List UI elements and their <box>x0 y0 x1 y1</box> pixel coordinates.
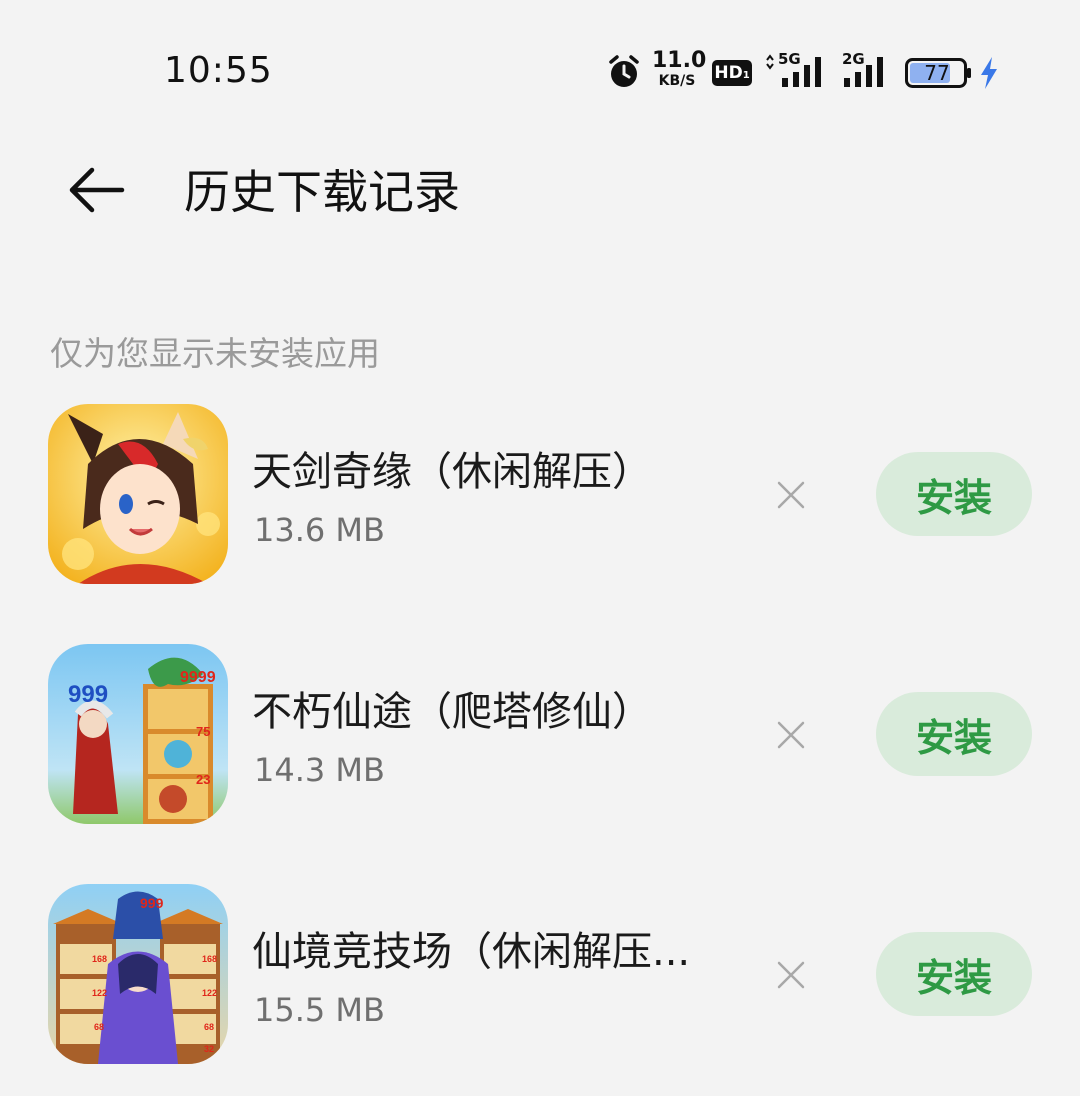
network-speed: 11.0 KB/S <box>652 48 707 89</box>
app-list-item[interactable]: 999 168 168 122 122 68 68 32 仙境竞技场（休闲解压.… <box>0 884 1080 1064</box>
install-button[interactable]: 安装 <box>876 932 1032 1016</box>
icon-text: 999 <box>68 681 108 708</box>
hd-sub-label: 1 <box>742 70 750 81</box>
screen: 10:55 11.0 KB/S HD1 5G 2G 77 历史下载记录 仅为您显… <box>0 0 1080 1096</box>
app-name[interactable]: 仙境竞技场（休闲解压... <box>252 924 732 980</box>
hd-voice-badge: HD1 <box>712 60 752 86</box>
signal-2g-label: 2G <box>842 50 865 68</box>
app-size: 14.3 MB <box>254 751 385 789</box>
close-icon[interactable] <box>776 960 806 990</box>
icon-text: 168 <box>202 954 217 964</box>
icon-text: 122 <box>202 988 217 998</box>
icon-text: 168 <box>92 954 107 964</box>
icon-text: 122 <box>92 988 107 998</box>
back-arrow-icon[interactable] <box>66 162 126 218</box>
app-name[interactable]: 不朽仙途（爬塔修仙） <box>252 684 732 740</box>
app-size: 15.5 MB <box>254 991 385 1029</box>
network-speed-unit: KB/S <box>658 73 696 89</box>
app-icon-buxiu[interactable]: 999 9999 75 23 <box>48 644 228 824</box>
install-button[interactable]: 安装 <box>876 452 1032 536</box>
icon-text: 68 <box>204 1022 214 1032</box>
app-icon-tianjian[interactable] <box>48 404 228 584</box>
app-size: 13.6 MB <box>254 511 385 549</box>
signal-5g-label: 5G <box>778 50 801 68</box>
close-icon[interactable] <box>776 480 806 510</box>
icon-text: 9999 <box>180 669 216 686</box>
app-list-item[interactable]: 天剑奇缘（休闲解压） 13.6 MB 安装 <box>0 404 1080 584</box>
page-title: 历史下载记录 <box>184 165 460 219</box>
icon-text: 23 <box>196 772 210 787</box>
network-speed-value: 11.0 <box>652 48 707 73</box>
alarm-icon <box>609 55 639 87</box>
app-name[interactable]: 天剑奇缘（休闲解压） <box>252 444 732 500</box>
clock: 10:55 <box>164 50 273 91</box>
hd-label: HD <box>714 63 743 83</box>
status-bar: 10:55 11.0 KB/S HD1 5G 2G 77 <box>0 0 1080 140</box>
charging-icon <box>981 57 997 89</box>
install-button[interactable]: 安装 <box>876 692 1032 776</box>
icon-text: 32 <box>204 1044 214 1054</box>
icon-text: 75 <box>196 724 210 739</box>
uninstalled-apps-note: 仅为您显示未安装应用 <box>50 334 380 373</box>
app-icon-xianjing[interactable]: 999 168 168 122 122 68 68 32 <box>48 884 228 1064</box>
battery-level: 77 <box>924 61 950 85</box>
icon-text: 999 <box>140 895 164 911</box>
icon-text: 68 <box>94 1022 104 1032</box>
close-icon[interactable] <box>776 720 806 750</box>
app-list-item[interactable]: 999 9999 75 23 不朽仙途（爬塔修仙） 14.3 MB 安装 <box>0 644 1080 824</box>
